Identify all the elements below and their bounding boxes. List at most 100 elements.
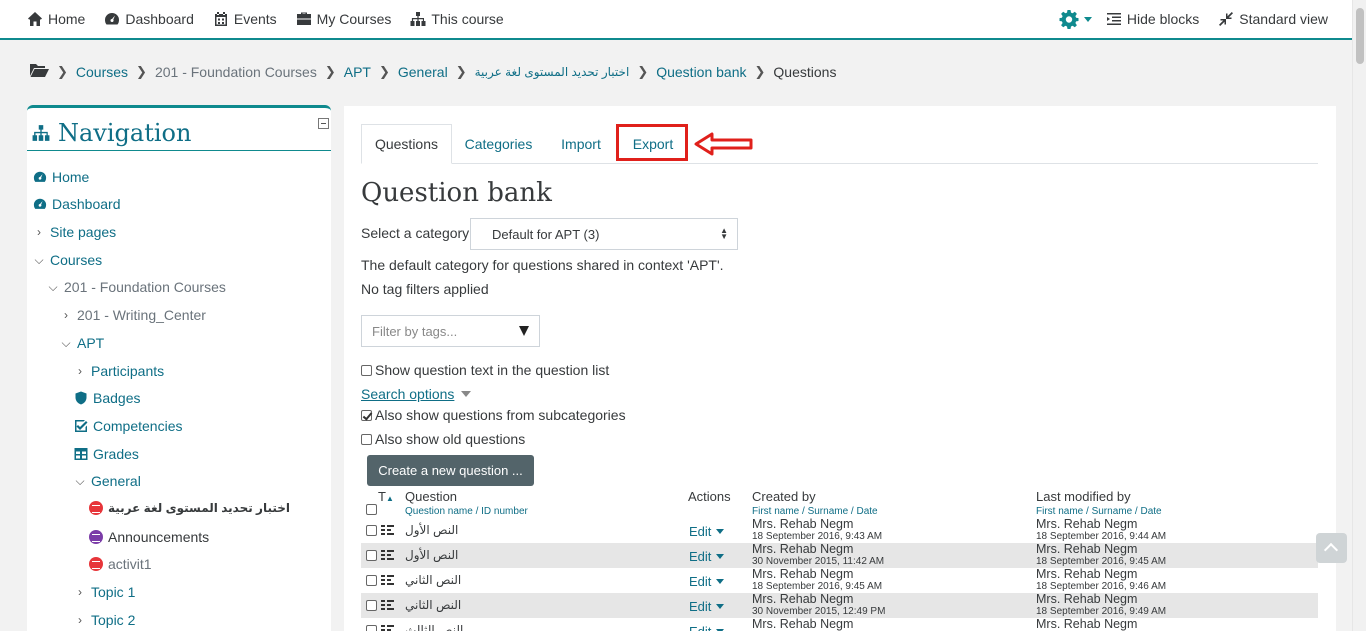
tag-filter-input[interactable]: Filter by tags... — [361, 315, 540, 347]
nav-tree-dashboard[interactable]: Dashboard — [33, 196, 121, 212]
nav-tree-badges[interactable]: Badges — [74, 390, 140, 406]
nav-tree-topic-1[interactable]: › Topic 1 — [74, 584, 135, 600]
breadcrumb-questions: Questions — [773, 63, 837, 80]
edit-label: Edit — [689, 524, 712, 539]
created-by-name: Mrs. Rehab Negm — [752, 517, 854, 531]
nav-tree-participants[interactable]: › Participants — [74, 363, 164, 379]
nav-tree-writing-center[interactable]: › 201 - Writing_Center — [60, 307, 206, 323]
hide-blocks-button[interactable]: Hide blocks — [1106, 11, 1199, 27]
nav-tree-announcements[interactable]: Announcements — [89, 529, 209, 545]
chevron-right-icon: › — [37, 225, 41, 239]
modified-date: 18 September 2016, 9:44 AM — [1036, 531, 1167, 542]
hide-blocks-icon — [1106, 13, 1121, 25]
subcategories-checkbox[interactable] — [361, 410, 372, 421]
nav-tree-general[interactable]: ⌵ General — [74, 473, 140, 489]
edit-label: Edit — [689, 574, 712, 589]
nav-tree-label: Courses — [50, 252, 103, 268]
col-question-sort[interactable]: Question name / ID number — [405, 506, 528, 517]
show-text-option: Show question text in the question list — [361, 362, 609, 378]
settings-menu[interactable] — [1059, 9, 1092, 29]
dashboard-icon — [33, 171, 47, 182]
edit-menu[interactable]: Edit — [689, 524, 725, 539]
vertical-scrollbar[interactable] — [1352, 0, 1366, 631]
nav-tree-site-pages[interactable]: › Site pages — [33, 224, 116, 240]
breadcrumb-quiz[interactable]: اختبار تحديد المستوى لغة عربية — [475, 65, 630, 79]
nav-tree-label: Topic 2 — [91, 612, 136, 628]
nav-tree-topic-2[interactable]: › Topic 2 — [74, 612, 135, 628]
nav-tree-apt[interactable]: ⌵ APT — [60, 335, 104, 351]
scrollbar-thumb[interactable] — [1356, 8, 1364, 64]
sitemap-icon — [32, 124, 50, 141]
modified-date: 18 September 2016, 9:46 AM — [1036, 581, 1167, 592]
select-all-checkbox[interactable] — [366, 504, 377, 515]
briefcase-icon — [296, 12, 311, 25]
nav-tree-foundation[interactable]: ⌵ 201 - Foundation Courses — [47, 279, 225, 295]
row-checkbox[interactable] — [366, 575, 377, 586]
collapse-block-button[interactable] — [318, 118, 329, 129]
question-type-icon — [381, 575, 394, 585]
nav-tree-activit1[interactable]: activit1 — [89, 556, 152, 572]
tab-questions[interactable]: Questions — [361, 124, 452, 164]
checkbox-icon — [75, 420, 88, 432]
nav-events[interactable]: Events — [213, 11, 277, 27]
create-question-button[interactable]: Create a new question ... — [367, 455, 534, 486]
search-options-toggle[interactable]: Search options — [361, 386, 472, 402]
edit-menu[interactable]: Edit — [689, 624, 725, 631]
row-checkbox[interactable] — [366, 525, 377, 536]
modified-date: 18 September 2016, 9:45 AM — [1036, 556, 1167, 567]
breadcrumb-apt[interactable]: APT — [344, 64, 371, 80]
created-cell: Mrs. Rehab Negm 30 November 2015, 12:49 P… — [752, 593, 885, 618]
category-select[interactable]: Default for APT (3) ▲ ▼ — [470, 218, 738, 250]
row-checkbox[interactable] — [366, 600, 377, 611]
category-info: The default category for questions share… — [361, 257, 724, 273]
folder-open-icon[interactable] — [30, 62, 49, 81]
old-questions-checkbox[interactable] — [361, 434, 372, 445]
breadcrumb-question-bank[interactable]: Question bank — [656, 64, 746, 80]
created-cell: Mrs. Rehab Negm 18 September 2016, 9:45 A… — [752, 568, 882, 593]
edit-menu[interactable]: Edit — [689, 599, 725, 614]
question-type-icon — [381, 550, 394, 560]
nav-this-course[interactable]: This course — [410, 11, 504, 27]
nav-tree-quiz[interactable]: اختبار تحديد المستوى لغة عربية — [89, 501, 290, 515]
edit-menu[interactable]: Edit — [689, 574, 725, 589]
show-text-checkbox[interactable] — [361, 365, 372, 376]
compress-icon — [1219, 12, 1234, 26]
chevron-right-icon: ❯ — [754, 63, 766, 79]
modified-by-name: Mrs. Rehab Negm — [1036, 592, 1138, 606]
breadcrumb-foundation[interactable]: 201 - Foundation Courses — [155, 64, 317, 80]
table-row: النص الثاني Edit Mrs. Rehab Negm 18 Septe… — [361, 568, 1318, 593]
navigation-block: Navigation Home Dashboard › Site pages ⌵… — [27, 105, 331, 631]
edit-menu[interactable]: Edit — [689, 549, 725, 564]
breadcrumb: ❯ Courses ❯ 201 - Foundation Courses ❯ A… — [30, 62, 836, 81]
created-cell: Mrs. Rehab Negm 30 November 2015, 11:42 A… — [752, 543, 885, 568]
nav-tree-grades[interactable]: Grades — [74, 446, 139, 462]
question-name: النص الثاني — [405, 598, 462, 612]
breadcrumb-courses[interactable]: Courses — [76, 64, 128, 80]
nav-home[interactable]: Home — [27, 11, 85, 27]
chevron-right-icon: ❯ — [378, 63, 390, 79]
old-questions-label: Also show old questions — [375, 431, 526, 447]
chevron-right-icon: ❯ — [136, 63, 147, 79]
modified-by-name: Mrs. Rehab Negm — [1036, 542, 1138, 556]
created-date: 30 November 2015, 11:42 AM — [752, 556, 885, 567]
breadcrumb-general[interactable]: General — [398, 64, 448, 80]
row-checkbox[interactable] — [366, 625, 377, 631]
nav-events-label: Events — [233, 11, 277, 27]
back-to-top-button[interactable] — [1316, 533, 1347, 563]
nav-tree-home[interactable]: Home — [33, 169, 89, 185]
nav-dashboard[interactable]: Dashboard — [104, 11, 194, 27]
standard-view-button[interactable]: Standard view — [1218, 11, 1328, 27]
tab-bar: Questions Categories Import Export — [361, 124, 1318, 164]
tab-categories[interactable]: Categories — [452, 124, 545, 164]
col-type-header[interactable]: T▲ — [378, 489, 394, 504]
col-created-sort[interactable]: First name / Surname / Date — [752, 506, 878, 517]
nav-tree-courses[interactable]: ⌵ Courses — [33, 252, 102, 268]
nav-tree-competencies[interactable]: Competencies — [74, 418, 183, 434]
row-checkbox[interactable] — [366, 550, 377, 561]
tab-import[interactable]: Import — [545, 124, 617, 164]
nav-my-courses[interactable]: My Courses — [296, 11, 391, 27]
col-modified-sort[interactable]: First name / Surname / Date — [1036, 506, 1162, 517]
hide-blocks-label: Hide blocks — [1126, 11, 1200, 27]
forum-icon — [89, 530, 103, 544]
nav-tree-label: APT — [77, 335, 105, 351]
